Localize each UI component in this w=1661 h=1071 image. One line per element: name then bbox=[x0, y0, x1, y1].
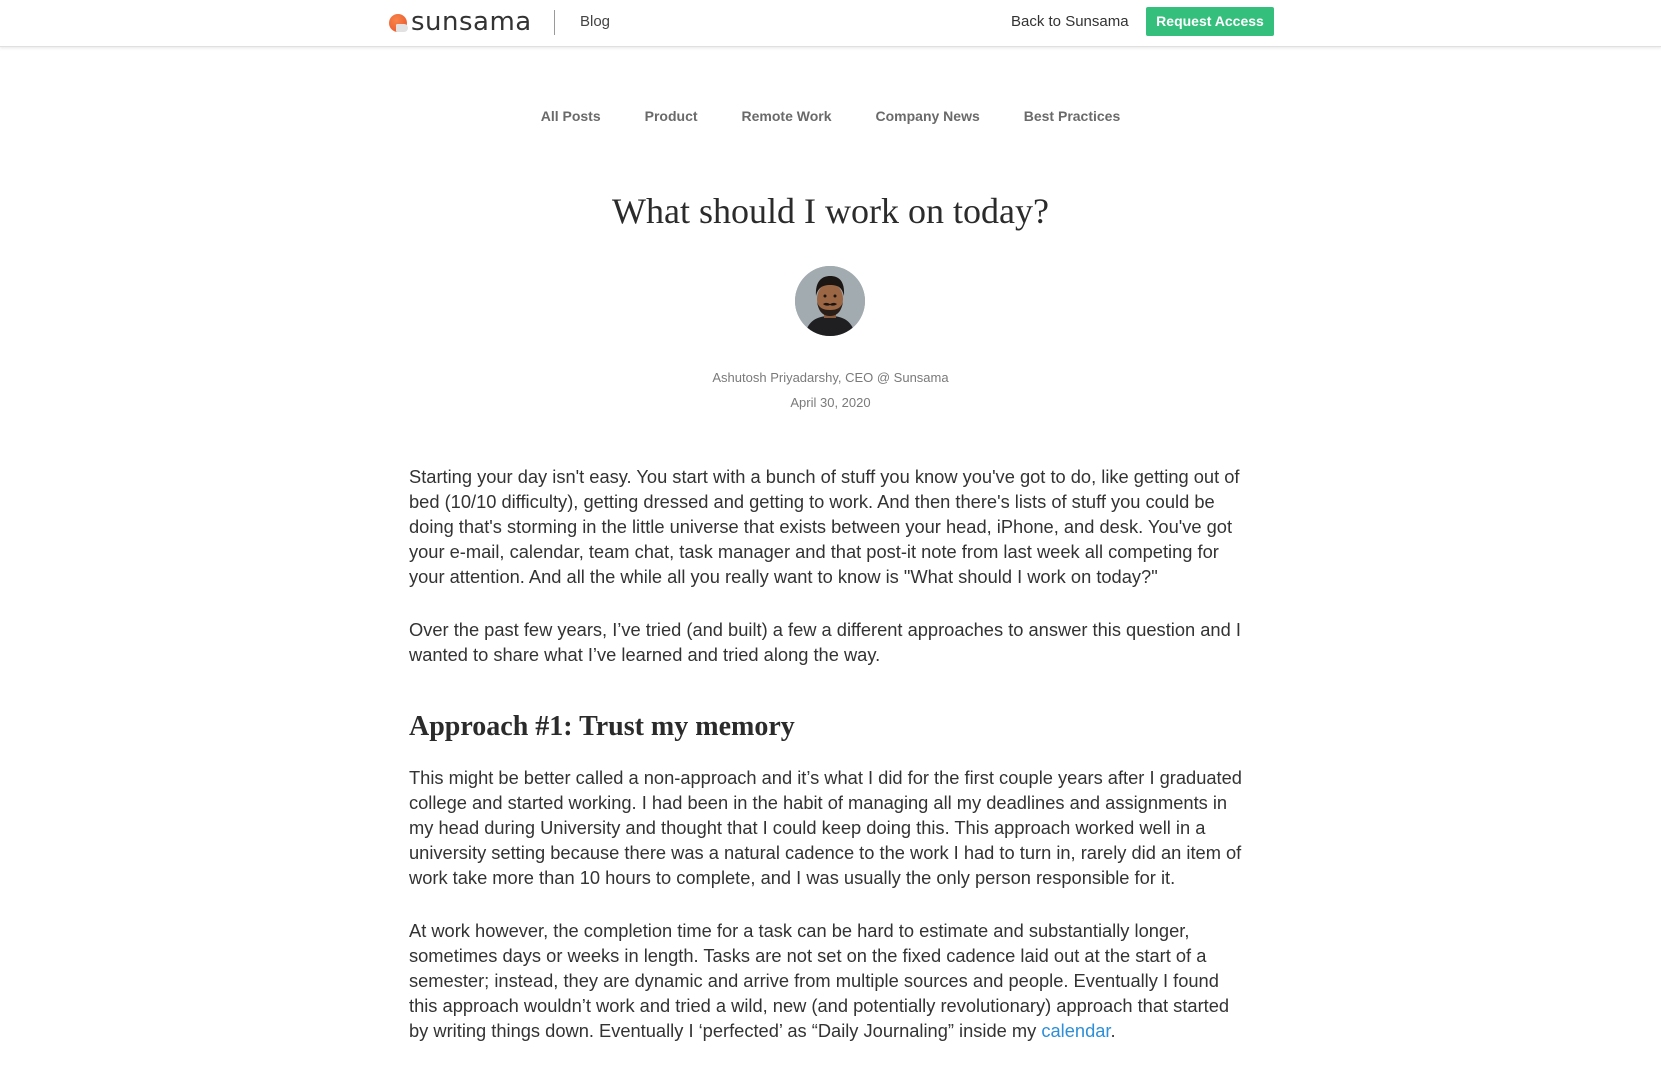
category-remote-work[interactable]: Remote Work bbox=[742, 108, 832, 124]
sunsama-logo[interactable]: sunsama bbox=[388, 8, 532, 36]
author-avatar bbox=[795, 266, 865, 336]
back-to-sunsama-link[interactable]: Back to Sunsama bbox=[1011, 13, 1129, 30]
heading-approach-1: Approach #1: Trust my memory bbox=[409, 711, 795, 742]
site-header: sunsama Blog Back to Sunsama Request Acc… bbox=[0, 0, 1661, 47]
calendar-link[interactable]: calendar bbox=[1041, 1020, 1110, 1041]
paragraph-at-work-end: . bbox=[1110, 1020, 1116, 1041]
request-access-button[interactable]: Request Access bbox=[1146, 7, 1274, 36]
header-divider bbox=[554, 10, 555, 35]
nav-blog-link[interactable]: Blog bbox=[580, 13, 610, 30]
logo-text: sunsama bbox=[411, 7, 532, 37]
post-author: Ashutosh Priyadarshy, CEO @ Sunsama bbox=[712, 370, 949, 385]
category-product[interactable]: Product bbox=[645, 108, 698, 124]
post-title: What should I work on today? bbox=[612, 191, 1049, 231]
post-body: Starting your day isn't easy. You start … bbox=[409, 464, 1249, 1071]
paragraph-at-work: At work however, the completion time for… bbox=[409, 918, 1249, 1043]
category-company-news[interactable]: Company News bbox=[876, 108, 980, 124]
paragraph-non-approach: This might be better called a non-approa… bbox=[409, 767, 1242, 888]
category-all-posts[interactable]: All Posts bbox=[541, 108, 601, 124]
post-date: April 30, 2020 bbox=[790, 395, 871, 410]
category-nav: All Posts Product Remote Work Company Ne… bbox=[0, 108, 1661, 124]
category-best-practices[interactable]: Best Practices bbox=[1024, 108, 1121, 124]
paragraph-intro: Starting your day isn't easy. You start … bbox=[409, 466, 1240, 587]
paragraph-approaches: Over the past few years, I’ve tried (and… bbox=[409, 619, 1241, 665]
sun-logo-icon bbox=[388, 12, 408, 32]
